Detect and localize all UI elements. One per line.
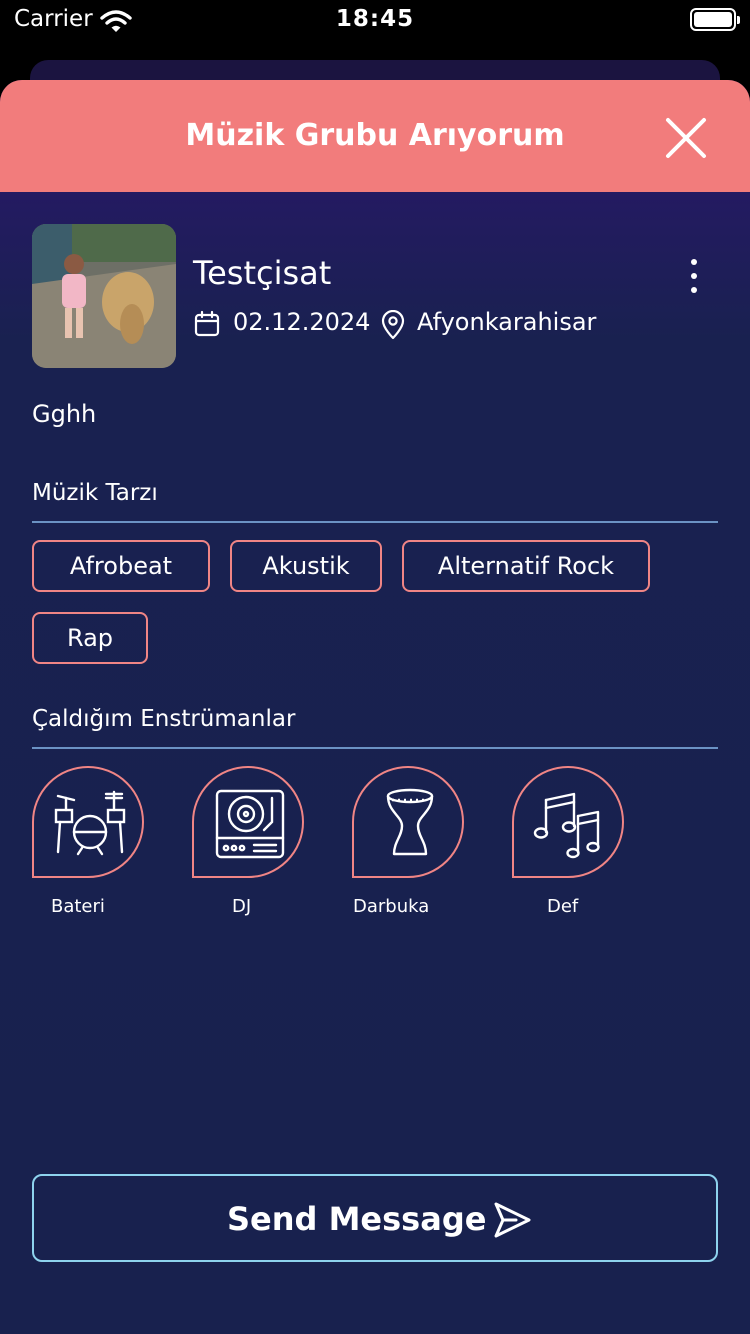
location-pin-icon	[381, 310, 405, 340]
instrument-badge[interactable]	[512, 766, 624, 878]
post-detail-sheet: Müzik Grubu Arıyorum Testçisat 02.12.202…	[0, 80, 750, 1334]
turntable-icon	[215, 789, 285, 859]
sheet-title: Müzik Grubu Arıyorum	[185, 118, 565, 153]
instruments-title: Çaldığım Enstrümanlar	[32, 706, 296, 732]
instrument-label: DJ	[232, 896, 252, 917]
music-style-title: Müzik Tarzı	[32, 480, 158, 506]
more-options-icon[interactable]	[682, 256, 706, 296]
avatar[interactable]	[32, 224, 176, 368]
instrument-badge[interactable]	[192, 766, 304, 878]
genre-chip[interactable]: Rap	[32, 612, 148, 664]
send-message-label: Send Message	[227, 1200, 487, 1238]
instrument-item-def[interactable]: Def	[512, 766, 624, 917]
instrument-label: Darbuka	[353, 896, 430, 917]
status-time: 18:45	[335, 6, 415, 32]
music-notes-icon	[533, 792, 600, 859]
instrument-item-darbuka[interactable]: Darbuka	[352, 766, 464, 917]
instrument-item-bateri[interactable]: Bateri	[32, 766, 144, 917]
status-bar: Carrier 18:45	[0, 0, 750, 40]
instrument-badge[interactable]	[352, 766, 464, 878]
post-date: 02.12.2024	[233, 308, 371, 336]
instrument-label: Def	[547, 896, 579, 917]
genre-chip[interactable]: Afrobeat	[32, 540, 210, 592]
genre-chip[interactable]: Akustik	[230, 540, 382, 592]
instruments-divider	[32, 747, 718, 749]
instrument-item-dj[interactable]: DJ	[192, 766, 304, 917]
battery-icon	[690, 8, 740, 31]
post-description: Gghh	[32, 400, 97, 428]
send-icon	[494, 1202, 531, 1238]
calendar-icon	[194, 310, 220, 337]
user-name[interactable]: Testçisat	[193, 254, 331, 292]
instrument-label: Bateri	[51, 896, 105, 917]
location-text: Afyonkarahisar	[417, 308, 597, 336]
instrument-badge[interactable]	[32, 766, 144, 878]
sheet-header: Müzik Grubu Arıyorum	[0, 80, 750, 192]
darbuka-icon	[386, 788, 434, 856]
music-style-divider	[32, 521, 718, 523]
send-message-button[interactable]: Send Message	[32, 1174, 718, 1262]
drum-kit-icon	[54, 790, 126, 856]
close-button[interactable]	[660, 112, 712, 164]
genre-chip[interactable]: Alternatif Rock	[402, 540, 650, 592]
